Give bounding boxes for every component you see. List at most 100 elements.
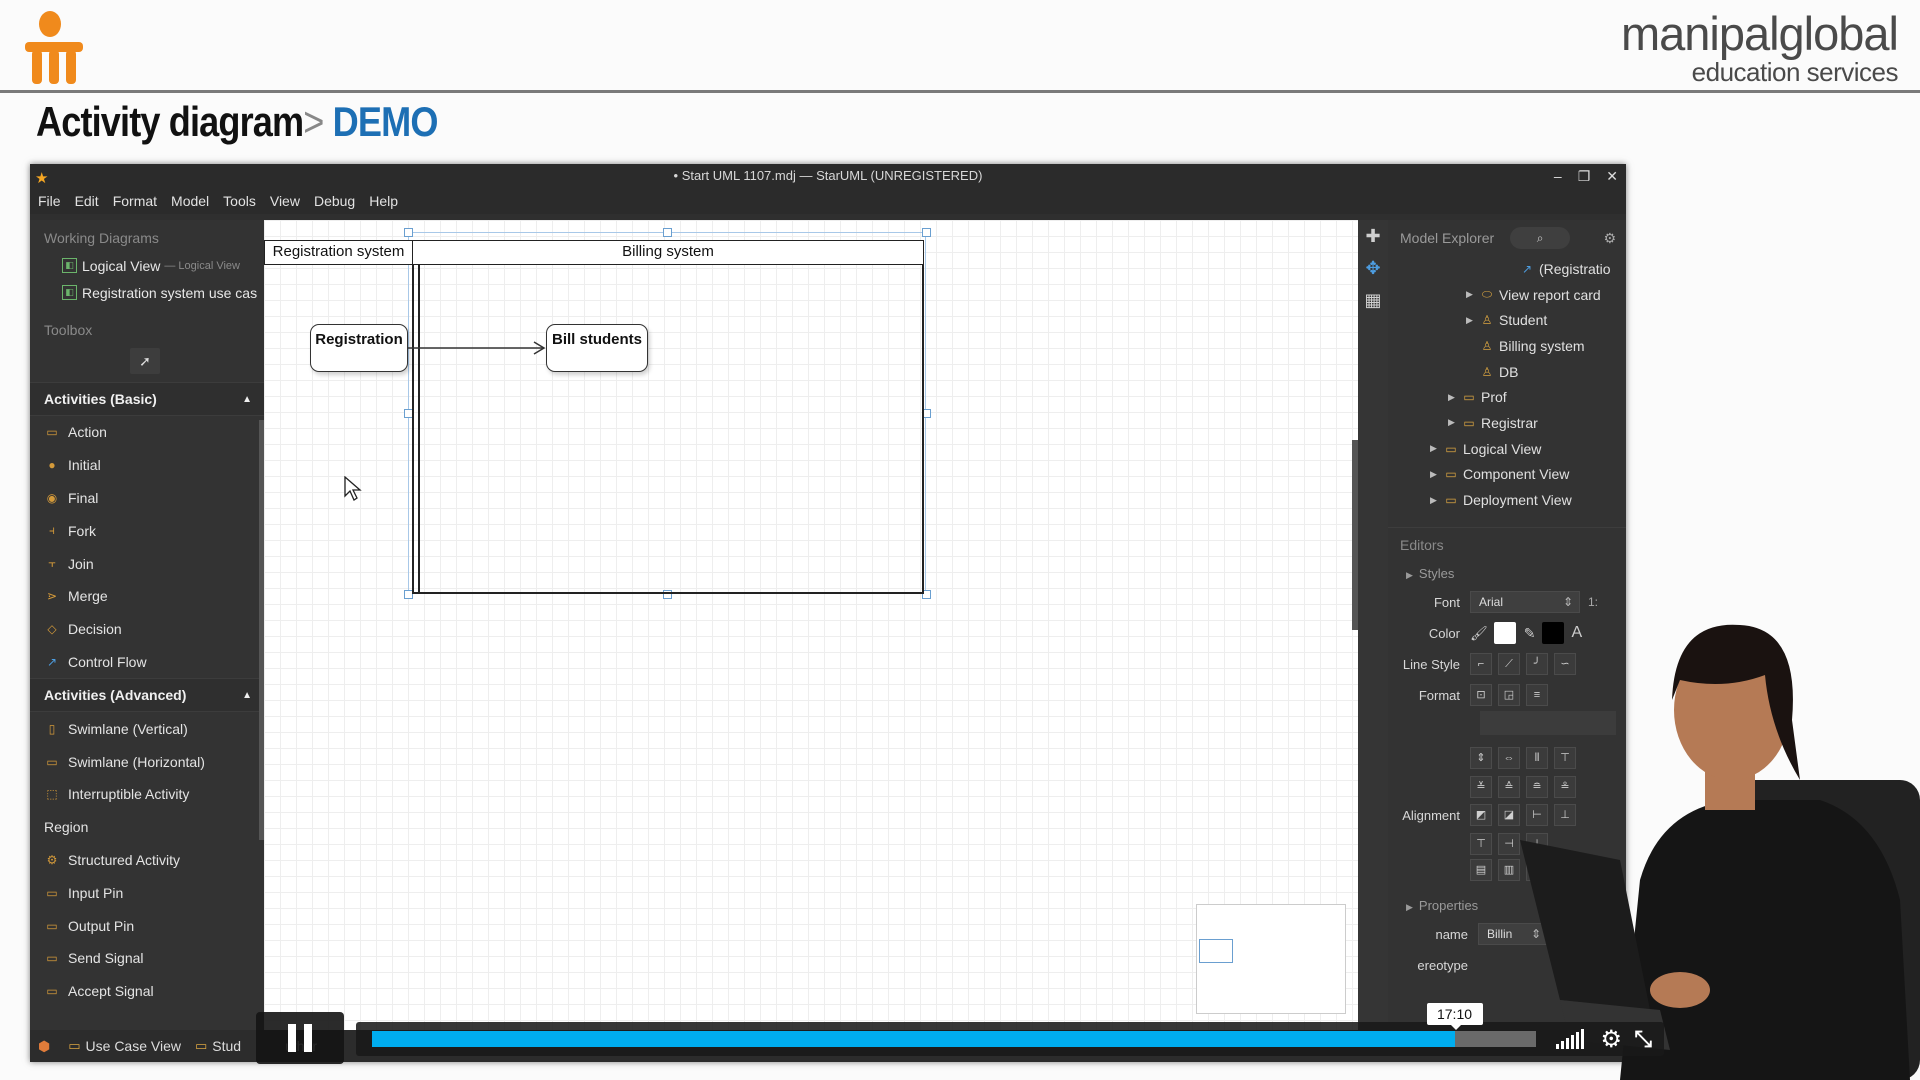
tool-action[interactable]: ▭ Action bbox=[30, 416, 264, 449]
layout-grid-icon[interactable]: ▦ bbox=[1358, 284, 1388, 316]
pause-button[interactable] bbox=[256, 1012, 344, 1064]
working-diagram-sub: — Logical View bbox=[164, 259, 240, 272]
tool-output-pin[interactable]: ▭ Output Pin bbox=[30, 909, 264, 942]
tool-swimlane-horizontal[interactable]: ▭ Swimlane (Horizontal) bbox=[30, 745, 264, 778]
merge-icon: ⋗ bbox=[46, 589, 58, 604]
input-pin-icon: ▭ bbox=[46, 885, 58, 900]
resize-handle[interactable] bbox=[922, 228, 931, 237]
exit-fullscreen-icon[interactable]: ⤡ bbox=[1634, 1026, 1652, 1052]
align-icon[interactable]: ⊤ bbox=[1470, 832, 1492, 855]
menu-view[interactable]: View bbox=[270, 188, 300, 214]
alignment-label: Alignment bbox=[1402, 807, 1460, 823]
navigator-icon[interactable]: ✥ bbox=[1358, 252, 1388, 284]
pointer-tool-button[interactable]: ➚ bbox=[130, 348, 160, 374]
swimlane-billing-header[interactable]: Billing system bbox=[412, 240, 924, 265]
diagram-overview-minimap[interactable] bbox=[1196, 904, 1346, 1014]
tree-item[interactable]: ▶ ▭ Registrar bbox=[1388, 410, 1626, 436]
expand-arrow-icon[interactable]: ▶ bbox=[1466, 289, 1478, 300]
selection-frame bbox=[408, 232, 926, 594]
tool-label: Action bbox=[68, 424, 107, 441]
tree-item[interactable]: ▶ ⬭ View report card bbox=[1388, 282, 1626, 308]
size-icon[interactable]: ▤ bbox=[1470, 858, 1492, 881]
auto-resize-icon[interactable]: ⊡ bbox=[1470, 684, 1492, 707]
tree-item[interactable]: ▶ ▭ Prof bbox=[1388, 384, 1626, 410]
menu-file[interactable]: File bbox=[38, 188, 61, 214]
tool-fork[interactable]: ⫞ Fork bbox=[30, 514, 264, 547]
tool-label: Swimlane (Vertical) bbox=[68, 720, 188, 737]
action-bill-students[interactable]: Bill students bbox=[546, 324, 648, 372]
toolbox-section-basic[interactable]: Activities (Basic) ▲ bbox=[30, 382, 264, 416]
tool-send-signal[interactable]: ▭ Send Signal bbox=[30, 942, 264, 975]
tool-merge[interactable]: ⋗ Merge bbox=[30, 580, 264, 613]
tool-final[interactable]: ◉ Final bbox=[30, 482, 264, 515]
restore-icon[interactable]: ❐ bbox=[1578, 164, 1591, 188]
tool-interruptible-activity[interactable]: ⬚ Interruptible Activity bbox=[30, 778, 264, 811]
menu-tools[interactable]: Tools bbox=[223, 188, 256, 214]
folder-icon: ▭ bbox=[68, 1038, 81, 1053]
expand-arrow-icon[interactable]: ▶ bbox=[1430, 443, 1442, 454]
structured-activity-icon: ⚙ bbox=[46, 852, 58, 867]
expand-arrow-icon[interactable]: ▶ bbox=[1448, 392, 1460, 403]
tree-item[interactable]: ♙ DB bbox=[1388, 359, 1626, 385]
actor-icon: ♙ bbox=[1481, 313, 1493, 328]
actor-icon: ♙ bbox=[1481, 364, 1493, 379]
toolbox-section-advanced[interactable]: Activities (Advanced) ▲ bbox=[30, 678, 264, 713]
view-toolstrip: ✚ ✥ ▦ bbox=[1358, 220, 1388, 1030]
extensions-puzzle-icon[interactable]: ✚ bbox=[1358, 220, 1388, 252]
tool-input-pin[interactable]: ▭ Input Pin bbox=[30, 876, 264, 909]
search-icon[interactable]: ⌕ bbox=[1510, 227, 1571, 249]
tree-item[interactable]: ♙ Billing system bbox=[1388, 333, 1626, 359]
tool-structured-activity[interactable]: ⚙ Structured Activity bbox=[30, 844, 264, 877]
window-titlebar: ★ • Start UML 1107.mdj — StarUML (UNREGI… bbox=[30, 164, 1626, 188]
expand-arrow-icon[interactable]: ▶ bbox=[1430, 495, 1442, 506]
minimize-icon[interactable]: – bbox=[1554, 164, 1562, 188]
volume-icon[interactable] bbox=[1556, 1029, 1584, 1049]
gear-icon[interactable]: ⚙ bbox=[1603, 230, 1616, 247]
status-tab-use-case-view[interactable]: ▭ Use Case View bbox=[68, 1038, 181, 1054]
distribute-icon[interactable]: ≚ bbox=[1470, 775, 1492, 798]
control-flow-arrow[interactable] bbox=[408, 338, 548, 358]
close-icon[interactable]: ✕ bbox=[1606, 164, 1618, 188]
menu-debug[interactable]: Debug bbox=[314, 188, 355, 214]
line-rectilinear-icon[interactable]: ⌐ bbox=[1470, 653, 1492, 676]
tool-control-flow[interactable]: ↗ Control Flow bbox=[30, 646, 264, 679]
tool-label: Structured Activity bbox=[68, 851, 181, 868]
resize-handle[interactable] bbox=[663, 228, 672, 237]
tree-item[interactable]: ▶ ▭ Deployment View bbox=[1388, 487, 1626, 513]
menu-model[interactable]: Model bbox=[171, 188, 209, 214]
progress-bar[interactable]: 17:10 bbox=[372, 1003, 1536, 1047]
bring-front-icon[interactable]: ◩ bbox=[1470, 804, 1492, 827]
settings-gear-icon[interactable]: ⚙ bbox=[1600, 1025, 1622, 1054]
tool-join[interactable]: ⫟ Join bbox=[30, 547, 264, 580]
tool-swimlane-vertical[interactable]: ▯ Swimlane (Vertical) bbox=[30, 712, 264, 745]
align-icon[interactable]: ⇕ bbox=[1470, 747, 1492, 770]
swimlane-registration-header[interactable]: Registration system bbox=[264, 240, 413, 265]
menu-help[interactable]: Help bbox=[369, 188, 398, 214]
expand-arrow-icon[interactable]: ▶ bbox=[1430, 469, 1442, 480]
menu-edit[interactable]: Edit bbox=[75, 188, 99, 214]
tree-item[interactable]: ↗ (Registratio bbox=[1388, 256, 1626, 282]
initial-node-icon: ● bbox=[48, 458, 56, 473]
tool-initial[interactable]: ● Initial bbox=[30, 449, 264, 482]
expand-arrow-icon[interactable]: ▶ bbox=[1448, 417, 1460, 428]
tool-accept-signal[interactable]: ▭ Accept Signal bbox=[30, 975, 264, 1008]
minimap-viewport[interactable] bbox=[1199, 939, 1233, 963]
menu-bar: File Edit Format Model Tools View Debug … bbox=[30, 188, 1626, 214]
action-registration[interactable]: Registration bbox=[310, 324, 408, 372]
resize-handle[interactable] bbox=[404, 228, 413, 237]
menu-format[interactable]: Format bbox=[113, 188, 157, 214]
working-diagram-use-case[interactable]: ◧ Registration system use cas bbox=[30, 279, 264, 306]
tool-region[interactable]: Region bbox=[30, 811, 264, 844]
swimlane-border-right bbox=[922, 264, 924, 594]
tree-label: DB bbox=[1499, 363, 1519, 380]
tool-decision[interactable]: ◇ Decision bbox=[30, 613, 264, 646]
status-tab-student[interactable]: ▭ Stud bbox=[195, 1038, 241, 1054]
tree-item[interactable]: ▶ ▭ Logical View bbox=[1388, 436, 1626, 462]
tree-item[interactable]: ▶ ▭ Component View bbox=[1388, 462, 1626, 488]
tree-item[interactable]: ▶ ♙ Student bbox=[1388, 307, 1626, 333]
progress-fill bbox=[372, 1031, 1455, 1047]
editors-caption: Editors bbox=[1388, 526, 1626, 561]
diagram-canvas[interactable]: Registration system Billing system Regis… bbox=[264, 220, 1358, 1030]
working-diagram-logical-view[interactable]: ◧ Logical View — Logical View bbox=[30, 252, 264, 279]
expand-arrow-icon[interactable]: ▶ bbox=[1466, 315, 1478, 326]
